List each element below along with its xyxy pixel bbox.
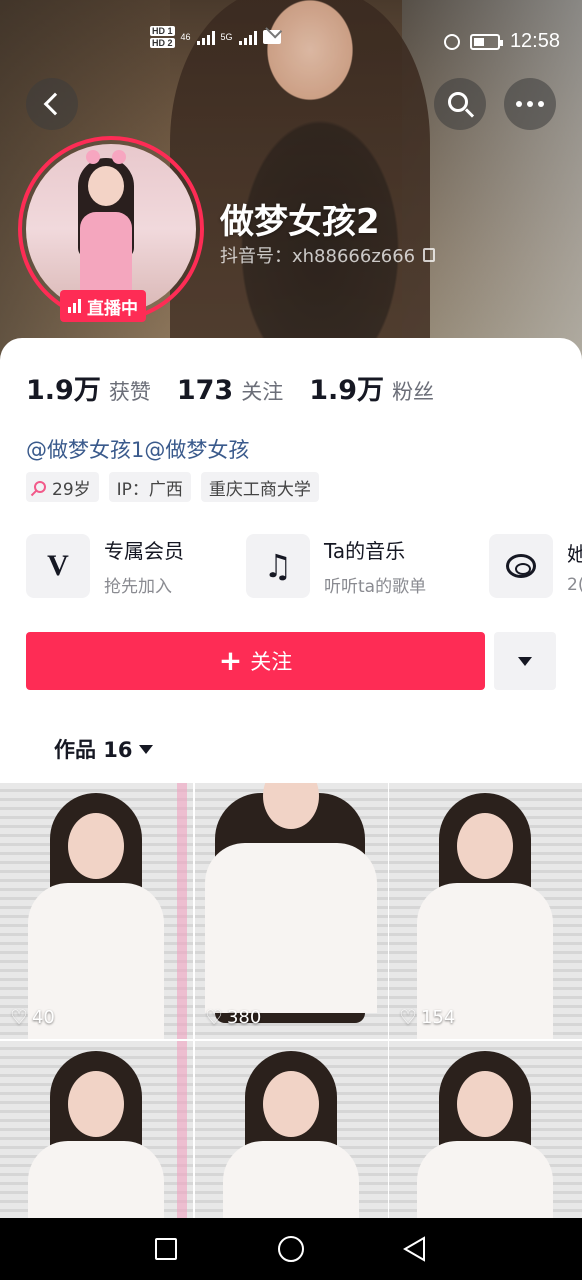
heart-icon: ♡: [10, 1005, 28, 1029]
profile-stats: 1.9万 获赞 173 关注 1.9万 粉丝: [26, 368, 434, 407]
copy-icon: [423, 248, 436, 262]
back-nav-button[interactable]: [402, 1236, 428, 1262]
hd-badge-2: HD 2: [150, 38, 175, 48]
feature-subtitle: 2(: [567, 574, 582, 595]
female-icon: [31, 478, 49, 496]
v-logo-icon: V: [26, 534, 90, 598]
signal-icon-2: [238, 29, 257, 45]
signal-label-2: 5G: [220, 32, 233, 42]
video-like-count: 40: [31, 1006, 55, 1028]
tag-age-label: 29岁: [52, 479, 91, 500]
battery-icon: [469, 33, 503, 50]
stat-label: 粉丝: [392, 380, 435, 404]
feature-subtitle: 听听ta的歌单: [324, 577, 427, 597]
signal-label-1: 46: [180, 32, 191, 42]
video-tile[interactable]: [195, 1041, 388, 1219]
recent-apps-button[interactable]: [155, 1238, 177, 1260]
home-button[interactable]: [278, 1236, 304, 1262]
status-time: 12:58: [509, 30, 560, 52]
video-like-count: 154: [420, 1006, 456, 1028]
follow-button[interactable]: + 关注: [26, 632, 485, 690]
stat-following[interactable]: 173 关注: [177, 375, 283, 406]
stat-value: 1.9万: [26, 375, 101, 406]
hd-badge-1: HD 1: [150, 26, 175, 36]
heart-icon: ♡: [205, 1005, 223, 1029]
video-tile[interactable]: [0, 1041, 193, 1219]
profile-bio[interactable]: @做梦女孩1@做梦女孩: [26, 434, 249, 464]
feature-title: 专属会员: [104, 539, 184, 563]
feature-chat[interactable]: 她 2(: [489, 534, 582, 598]
chat-bubble-icon: [489, 534, 553, 598]
signal-icon-1: [196, 29, 215, 45]
profile-nickname: 做梦女孩2: [220, 202, 380, 242]
video-tile[interactable]: ♡ 154: [389, 783, 582, 1039]
search-button[interactable]: [434, 78, 486, 130]
stat-label: 获赞: [108, 380, 151, 404]
video-tile[interactable]: ♡ 380: [195, 783, 388, 1039]
status-bar-right: 12:58: [443, 30, 560, 53]
system-nav-bar: [0, 1218, 582, 1280]
stat-followers[interactable]: 1.9万 粉丝: [309, 368, 434, 407]
video-tile[interactable]: [389, 1041, 582, 1219]
heart-icon: ♡: [399, 1005, 417, 1029]
douyin-id-text: 抖音号：xh88666z666: [220, 246, 416, 267]
stat-likes[interactable]: 1.9万 获赞: [26, 368, 151, 407]
profile-card: 1.9万 获赞 173 关注 1.9万 粉丝 @做梦女孩1@做梦女孩 29岁 I…: [0, 338, 582, 1219]
mail-icon: [262, 30, 281, 44]
feature-music[interactable]: ♫ Ta的音乐 听听ta的歌单: [246, 534, 426, 598]
alarm-icon: [443, 33, 460, 50]
video-likes: ♡ 40: [10, 1005, 55, 1029]
feature-subtitle: 抢先加入: [104, 577, 172, 597]
video-likes: ♡ 154: [399, 1005, 455, 1029]
avatar-image: [26, 144, 196, 314]
stat-label: 关注: [241, 380, 284, 404]
video-tile[interactable]: ♡ 40: [0, 783, 193, 1039]
status-bar-left: HD 1 HD 2 46 5G: [150, 26, 281, 48]
feature-membership[interactable]: V 专属会员 抢先加入: [26, 534, 184, 598]
more-actions-dropdown[interactable]: [494, 632, 556, 690]
live-bars-icon: [68, 299, 81, 313]
tag-ip: IP：广西: [108, 472, 191, 502]
search-icon: [448, 92, 468, 112]
live-badge-label: 直播中: [87, 298, 138, 319]
stat-value: 1.9万: [309, 375, 385, 406]
video-likes: ♡ 380: [205, 1005, 261, 1029]
more-button[interactable]: [504, 78, 556, 130]
back-button[interactable]: [26, 78, 78, 130]
tab-works-label: 作品 16: [54, 738, 133, 762]
douyin-id[interactable]: 抖音号：xh88666z666: [220, 242, 436, 268]
more-dots-icon: [516, 101, 544, 107]
caret-down-icon: [138, 744, 153, 754]
tab-works[interactable]: 作品 16: [54, 734, 153, 764]
caret-down-icon: [518, 656, 532, 666]
music-note-icon: ♫: [246, 534, 310, 598]
tag-school[interactable]: 重庆工商大学: [200, 472, 319, 502]
feature-title: 她: [567, 541, 582, 566]
profile-tags: 29岁 IP：广西 重庆工商大学: [26, 472, 319, 502]
hd-indicator: HD 1 HD 2: [150, 26, 175, 48]
feature-row: V 专属会员 抢先加入 ♫ Ta的音乐 听听ta的歌单 她 2(: [26, 534, 582, 600]
stat-value: 173: [176, 375, 234, 406]
feature-title: Ta的音乐: [324, 539, 406, 563]
video-like-count: 380: [226, 1006, 262, 1028]
plus-icon: +: [218, 644, 243, 677]
chevron-left-icon: [43, 92, 67, 116]
status-bar: HD 1 HD 2 46 5G 12:58: [0, 22, 582, 62]
tag-age: 29岁: [26, 472, 99, 502]
live-badge[interactable]: 直播中: [60, 290, 146, 322]
follow-label: 关注: [250, 650, 293, 674]
